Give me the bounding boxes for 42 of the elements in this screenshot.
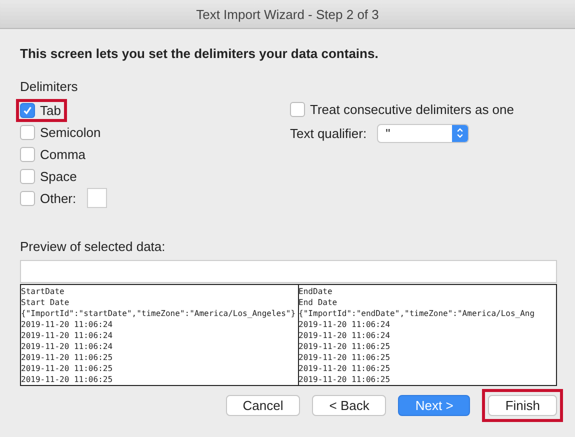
preview-cell-text: 2019-11-20 11:06:25 xyxy=(21,352,114,363)
preview-cell-text: End Date xyxy=(298,297,338,308)
other-input-field[interactable] xyxy=(87,188,108,208)
checkbox-option[interactable]: Space xyxy=(16,164,83,188)
window-title: Text Import Wizard - Step 2 of 3 xyxy=(196,6,379,22)
preview-cell-text: 2019-11-20 11:06:24 xyxy=(21,330,114,341)
preview-cell-text: 2019-11-20 11:06:25 xyxy=(21,363,114,374)
preview-cell-text: 2019-11-20 11:06:24 xyxy=(21,341,114,352)
checkbox-option[interactable]: Other: xyxy=(16,186,82,210)
preview-cell-text: 2019-11-20 11:06:24 xyxy=(298,319,392,330)
checkmark-icon xyxy=(22,104,33,116)
checkbox[interactable] xyxy=(20,146,35,162)
dialog-button[interactable]: Cancel xyxy=(226,395,300,416)
preview-cell-text: EndDate xyxy=(298,286,334,297)
preview-cell-text: StartDate xyxy=(21,286,66,297)
checkbox-option[interactable]: Treat consecutive delimiters as one xyxy=(286,98,520,120)
group-label: Delimiters xyxy=(20,79,79,94)
preview-cell-text: 2019-11-20 11:06:24 xyxy=(298,330,392,341)
preview-cell-text: 2019-11-20 11:06:24 xyxy=(21,319,114,330)
checkbox[interactable] xyxy=(20,102,35,118)
dropdown-arrows-icon xyxy=(452,124,468,142)
preview-cell: {"ImportId":"startDate","timeZone":"America/Los_Angeles"} xyxy=(21,308,296,319)
qualifier-dropdown[interactable]: " xyxy=(376,124,469,142)
checkbox-option[interactable]: Comma xyxy=(16,142,92,166)
checkbox-option[interactable]: Tab xyxy=(16,98,67,122)
preview-cell-text: 2019-11-20 11:06:25 xyxy=(298,363,392,374)
heading-text: This screen lets you set the delimiters your data contains. xyxy=(20,46,380,61)
checkbox[interactable] xyxy=(20,124,35,140)
preview-cell-text: {"ImportId":"endDate","timeZone":"America/Los_Ang xyxy=(298,308,536,319)
checkbox-option[interactable]: Semicolon xyxy=(16,120,107,144)
checkbox[interactable] xyxy=(20,168,35,184)
preview-cell-text: 2019-11-20 11:06:25 xyxy=(298,341,392,352)
preview-cell-text: 2019-11-20 11:06:25 xyxy=(21,374,114,385)
checkbox[interactable] xyxy=(20,190,35,206)
preview-cell-text: 2019-11-20 11:06:25 xyxy=(298,374,392,385)
preview-label: Preview of selected data: xyxy=(20,239,166,254)
preview-cell-text: Start Date xyxy=(21,297,70,308)
dialog-button[interactable]: < Back xyxy=(312,395,386,416)
field-label: Text qualifier: xyxy=(290,126,367,140)
dialog-button[interactable]: Finish xyxy=(488,395,557,416)
checkbox[interactable] xyxy=(290,102,305,116)
preview-cell-text: 2019-11-20 11:06:25 xyxy=(298,352,392,363)
